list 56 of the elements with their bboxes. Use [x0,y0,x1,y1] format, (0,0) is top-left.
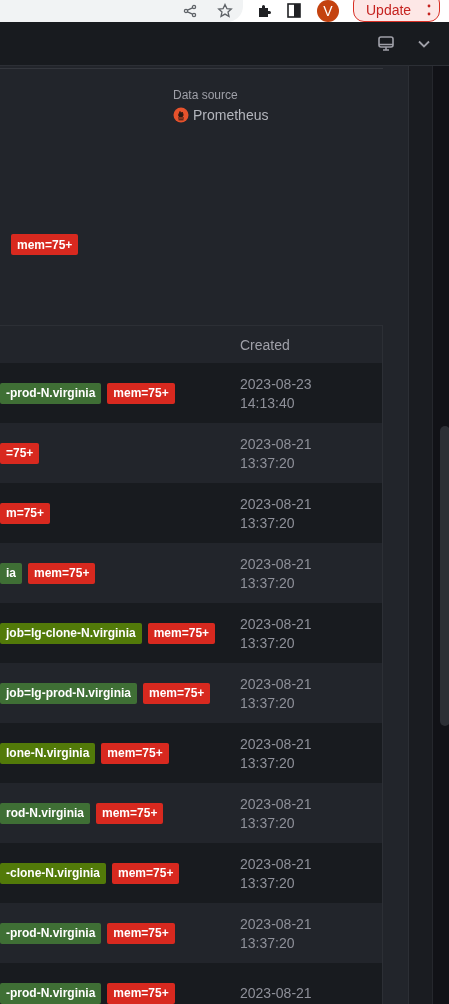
date-text: 2023-08-21 [240,435,312,452]
tag: -prod-N.virginia [0,982,102,1004]
date-text: 2023-08-23 [240,375,312,392]
time-text: 13:37:20 [240,634,296,651]
tag: mem=75+ [11,234,79,255]
share-icon[interactable] [183,4,197,18]
date-text: 2023-08-21 [240,985,312,1001]
tag: mem=75+ [96,802,164,824]
more-icon[interactable] [427,4,432,16]
tag: mem=75+ [28,562,96,584]
data-source-name[interactable]: Prometheus [193,107,269,123]
date-text: 2023-08-21 [240,915,312,932]
tag: =75+ [0,442,40,464]
tag: job=lg-prod-N.virginia [0,682,137,704]
flame-icon [173,107,189,123]
puzzle-icon[interactable] [257,3,273,19]
tag: lone-N.virginia [0,742,96,764]
profile-avatar[interactable]: V [317,0,339,22]
data-source-label: Data source [173,88,239,102]
tag: mem=75+ [143,682,211,704]
scrollbar-thumb[interactable] [440,426,449,726]
tag: ia [0,562,22,584]
chevron-down-icon[interactable] [417,38,431,49]
tag: -prod-N.virginia [0,382,102,404]
date-text: 2023-08-21 [240,555,312,572]
date-text: 2023-08-21 [240,675,312,692]
time-text: 13:37:20 [240,874,296,891]
date-text: 2023-08-21 [240,495,312,512]
tag: -clone-N.virginia [0,862,106,884]
tag: mem=75+ [107,382,175,404]
tag: mem=75+ [107,982,175,1004]
monitor-icon[interactable] [377,34,395,53]
time-text: 13:37:20 [240,574,296,591]
time-text: 13:37:20 [240,754,296,771]
tag: mem=75+ [147,622,216,644]
time-text: 13:37:20 [240,694,296,711]
tag: mem=75+ [101,742,169,764]
time-text: 13:37:20 [240,934,296,951]
time-text: 13:37:20 [240,814,296,831]
time-text: 13:37:20 [240,454,296,471]
update-button[interactable]: Update [353,0,441,22]
date-text: 2023-08-21 [240,615,312,632]
tag: mem=75+ [107,922,175,944]
date-text: 2023-08-21 [240,795,312,812]
star-icon[interactable] [217,3,233,19]
date-text: 2023-08-21 [240,855,312,872]
tag: m=75+ [0,502,51,524]
tag: -prod-N.virginia [0,922,102,944]
tag: rod-N.virginia [0,802,90,824]
tag: job=lg-clone-N.virginia [0,622,142,644]
sidebar-icon[interactable] [287,3,301,19]
tag: mem=75+ [112,862,180,884]
date-text: 2023-08-21 [240,735,312,752]
time-text: 13:37:20 [240,514,296,531]
time-text: 14:13:40 [240,394,296,411]
column-header[interactable]: Created [240,336,290,353]
